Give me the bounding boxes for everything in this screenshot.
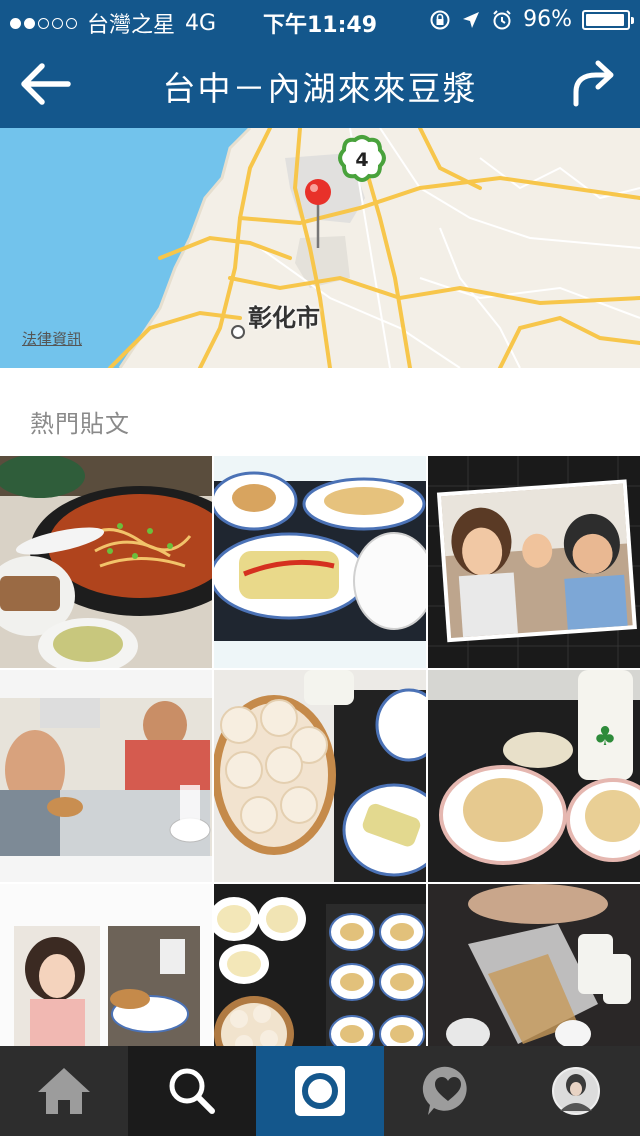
post-thumbnail[interactable] xyxy=(214,456,426,668)
tab-activity[interactable] xyxy=(384,1046,512,1136)
camera-icon xyxy=(295,1066,345,1116)
location-map[interactable]: 4 彰化市 法律資訊 xyxy=(0,128,640,368)
nav-bar: 台中－內湖來來豆漿 xyxy=(0,40,640,128)
back-arrow-icon[interactable] xyxy=(18,60,74,108)
legal-link[interactable]: 法律資訊 xyxy=(22,328,82,349)
status-bar: 台灣之星 4G 下午11:49 96% xyxy=(0,0,640,40)
tab-bar xyxy=(0,1046,640,1136)
home-icon xyxy=(38,1068,90,1114)
alarm-icon xyxy=(493,9,511,29)
page-title: 台中－內湖來來豆漿 xyxy=(162,69,478,108)
cluster-count: 4 xyxy=(355,149,368,171)
tab-home[interactable] xyxy=(0,1046,128,1136)
post-thumbnail[interactable] xyxy=(428,456,640,668)
post-thumbnail[interactable] xyxy=(214,670,426,882)
photo-cluster-marker[interactable]: 4 xyxy=(338,135,386,182)
activity-heart-icon xyxy=(422,1066,467,1115)
svg-text:♣: ♣ xyxy=(593,722,616,752)
tab-camera[interactable] xyxy=(256,1046,384,1136)
battery-icon xyxy=(582,9,634,30)
post-thumbnail[interactable] xyxy=(0,670,212,882)
share-arrow-icon[interactable] xyxy=(570,58,618,110)
profile-avatar-icon xyxy=(552,1067,600,1115)
city-dot xyxy=(231,325,245,339)
rotation-lock-icon xyxy=(430,10,450,29)
post-thumbnail[interactable] xyxy=(0,456,212,668)
tab-profile[interactable] xyxy=(512,1046,640,1136)
tab-search[interactable] xyxy=(128,1046,256,1136)
map-city-label: 彰化市 xyxy=(248,304,320,332)
location-arrow-icon xyxy=(463,11,480,28)
search-icon xyxy=(169,1068,215,1114)
battery-percent: 96% xyxy=(523,7,572,32)
section-title: 熱門貼文 xyxy=(30,410,130,438)
post-thumbnail[interactable]: ♣ xyxy=(428,670,640,882)
